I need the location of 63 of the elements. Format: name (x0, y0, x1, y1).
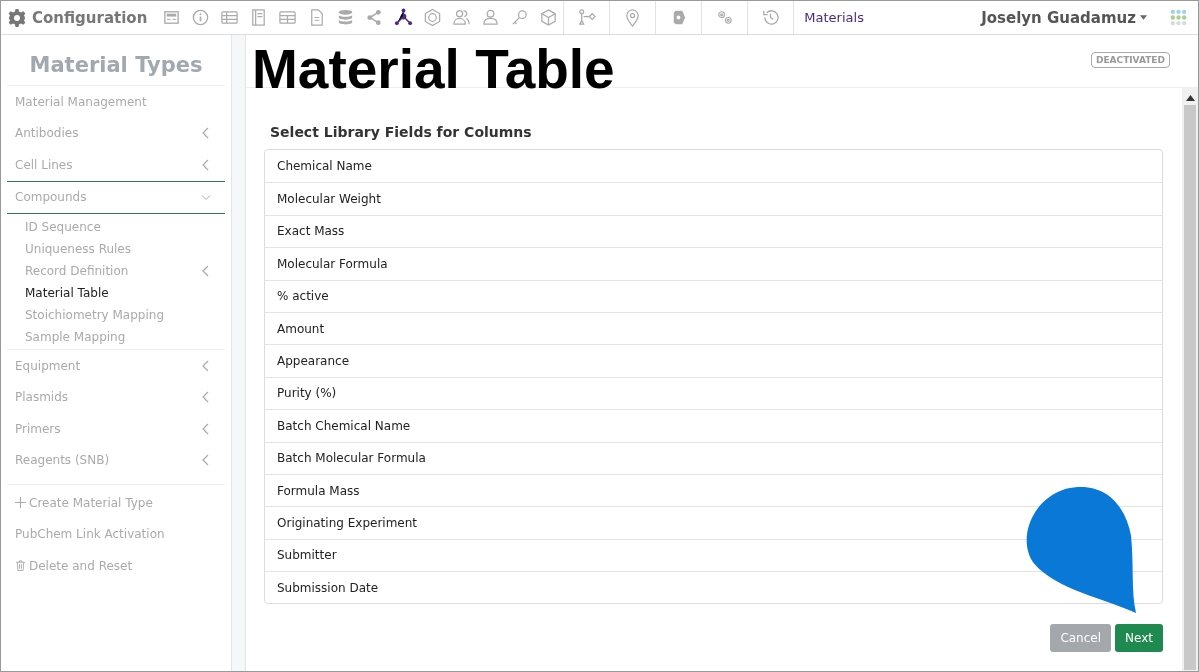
sidebar-item[interactable]: Record Definition (7, 260, 225, 282)
sidebar-item[interactable]: ID Sequence (7, 216, 225, 238)
sidebar-item[interactable]: Equipment (7, 350, 225, 382)
scroll-up-icon[interactable] (1185, 95, 1195, 101)
chevron-left-icon (201, 454, 211, 467)
next-button[interactable]: Next (1115, 624, 1163, 653)
chevron-left-icon (201, 127, 211, 140)
sidebar-item[interactable]: Stoichiometry Mapping (7, 304, 225, 326)
chevron-left-icon (201, 158, 211, 171)
sidebar-item[interactable]: Compounds (7, 180, 225, 214)
table-icon[interactable] (278, 8, 298, 27)
field-option[interactable]: Molecular Weight (265, 182, 1162, 215)
field-option[interactable]: Batch Chemical Name (265, 409, 1162, 442)
chevron-left-icon (201, 265, 211, 277)
cube-icon[interactable] (539, 8, 559, 27)
gears-icon[interactable] (715, 8, 735, 27)
field-option[interactable]: Exact Mass (265, 214, 1162, 248)
badge-icon[interactable] (423, 8, 443, 27)
network-icon[interactable] (394, 8, 414, 27)
scrollbar[interactable] (1182, 88, 1198, 671)
sidebar-item[interactable]: Antibodies (7, 117, 225, 149)
sidebar-title: Material Types (7, 35, 225, 86)
user-icon[interactable] (481, 8, 501, 27)
field-option[interactable]: Purity (%) (265, 376, 1162, 410)
gear-icon (7, 7, 27, 28)
field-option[interactable]: Appearance (265, 344, 1162, 377)
sidebar-item[interactable]: Primers (7, 413, 225, 445)
field-option[interactable]: % active (265, 279, 1162, 312)
sidebar-item[interactable]: Uniqueness Rules (7, 238, 225, 260)
field-option[interactable]: Batch Molecular Formula (265, 441, 1162, 474)
status-badge: DEACTIVATED (1090, 52, 1170, 68)
breadcrumb-link[interactable]: Materials (804, 10, 864, 25)
sidebar-item[interactable]: Cell Lines (7, 149, 225, 181)
history-icon[interactable] (761, 8, 781, 27)
section-title: Select Library Fields for Columns (270, 124, 533, 140)
sidebar-item[interactable]: Sample Mapping (7, 326, 225, 348)
plus-icon (15, 497, 26, 509)
sidebar-item[interactable]: Plasmids (7, 381, 225, 413)
apps-grid-icon[interactable] (1170, 9, 1187, 26)
field-option[interactable]: Amount (265, 311, 1162, 345)
info-icon[interactable] (191, 8, 211, 27)
cancel-button[interactable]: Cancel (1050, 624, 1112, 653)
user-menu[interactable]: Joselyn Guadamuz (969, 8, 1159, 27)
branch-icon[interactable] (577, 8, 597, 27)
app-title: Configuration (32, 8, 148, 27)
sidebar-action[interactable]: PubChem Link Activation (7, 518, 225, 550)
chevron-left-icon (201, 359, 211, 372)
table-icon[interactable] (220, 8, 240, 27)
chevron-left-icon (201, 391, 211, 404)
sidebar-item[interactable]: Reagents (SNB) (7, 444, 225, 476)
key-icon[interactable] (510, 8, 530, 27)
field-option[interactable]: Molecular Formula (265, 247, 1162, 280)
page-title: Material Table (252, 37, 615, 102)
sidebar-action[interactable]: Create Material Type (7, 487, 225, 519)
caret-icon (1140, 15, 1147, 20)
form-icon[interactable] (162, 8, 182, 27)
chevron-left-icon (201, 422, 211, 435)
users-icon[interactable] (452, 8, 472, 27)
sidebar-item[interactable]: Material Table (7, 282, 225, 304)
field-option[interactable]: Chemical Name (265, 150, 1162, 183)
trash-icon (15, 560, 26, 572)
sidebar-item[interactable]: Material Management (7, 86, 225, 118)
sidebar-action[interactable]: Delete and Reset (7, 550, 225, 582)
